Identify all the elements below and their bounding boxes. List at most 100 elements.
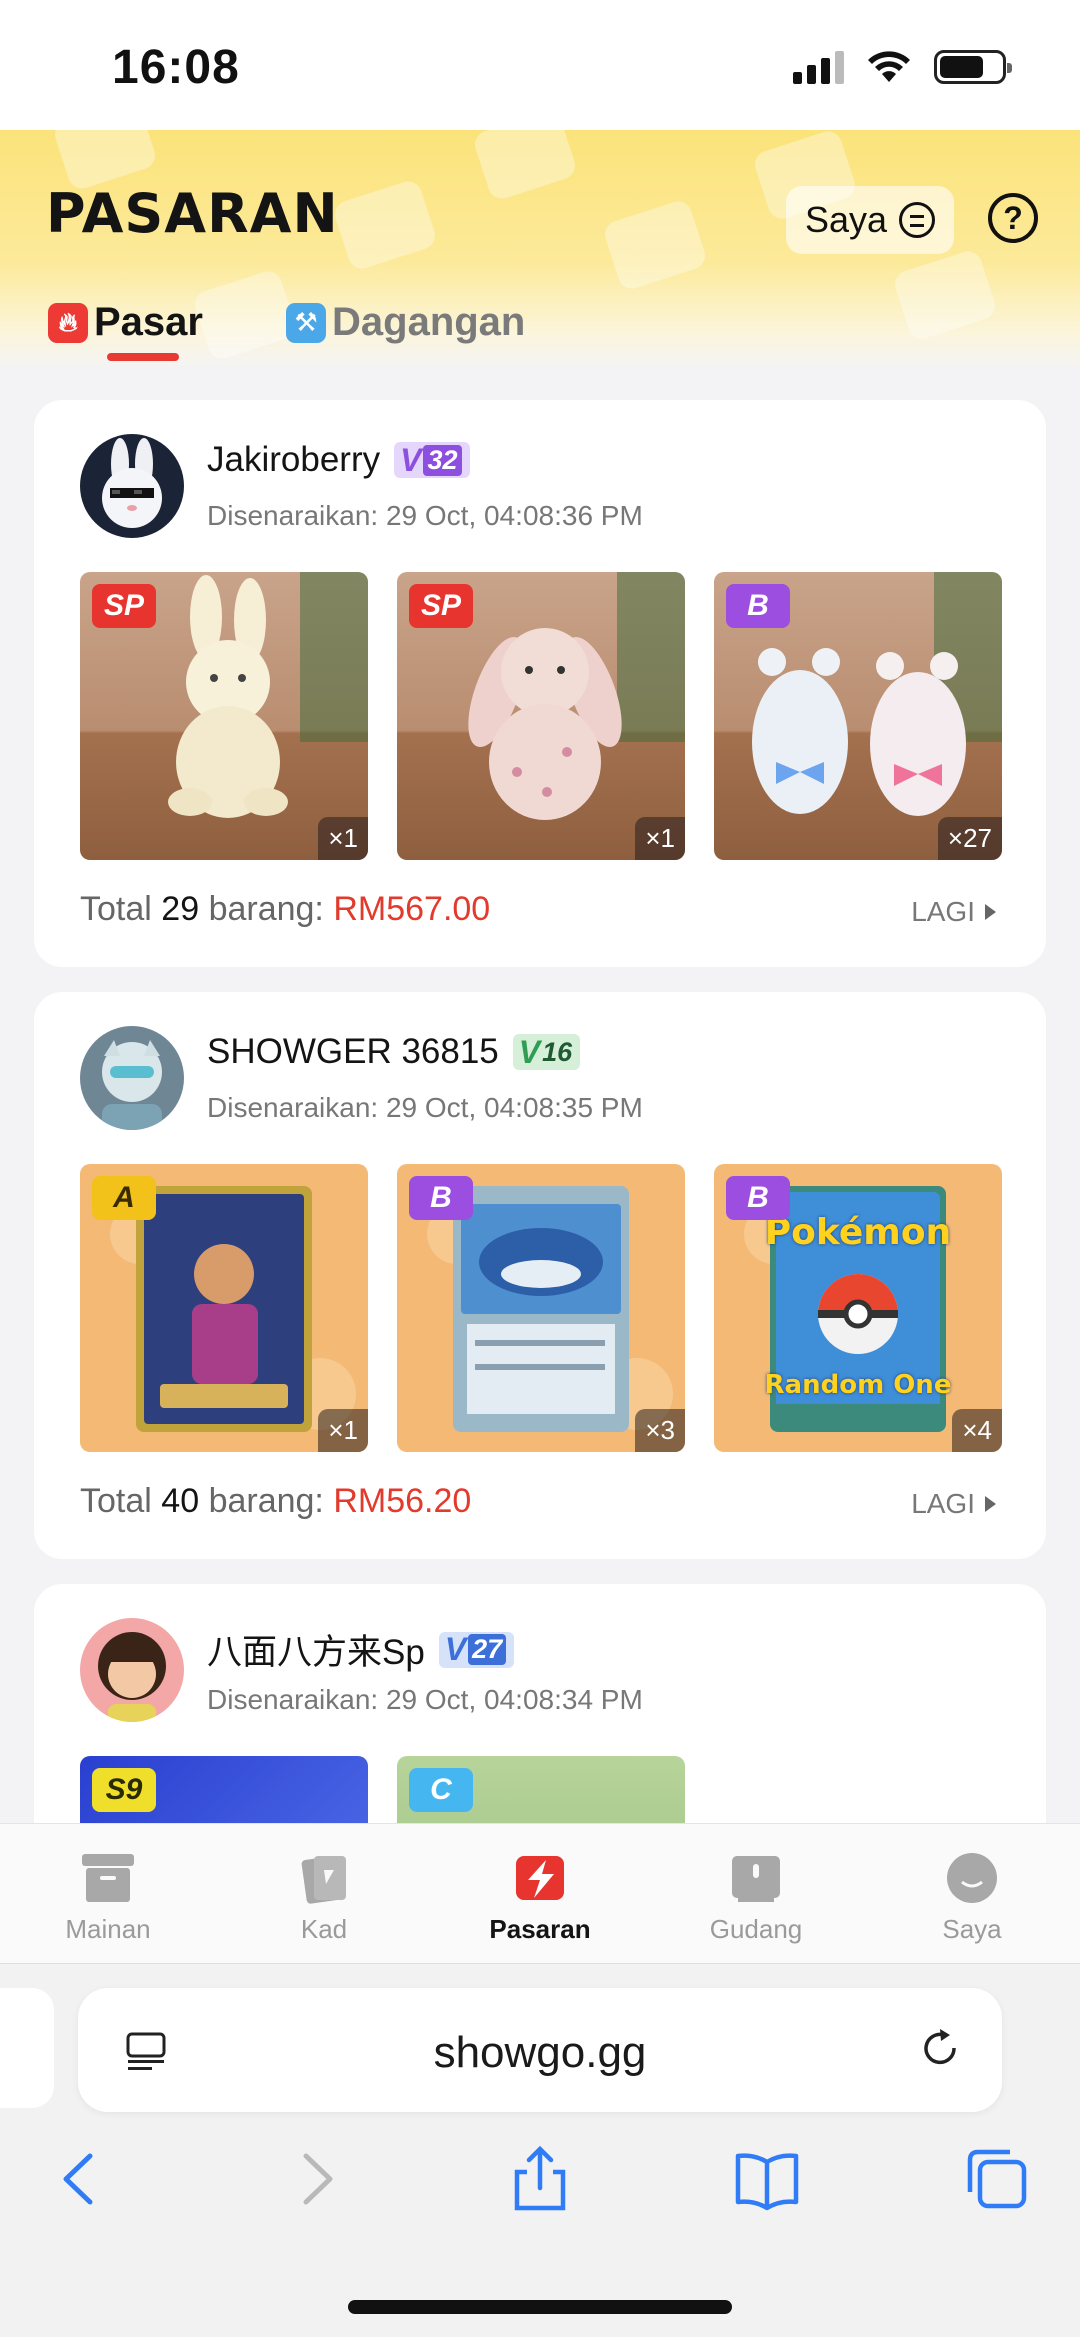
status-icons — [793, 50, 1012, 84]
bottom-nav: Mainan Kad Pasaran Gudang Saya — [0, 1823, 1080, 1963]
item-thumbnail[interactable]: SP ×1 — [397, 572, 685, 860]
more-label: LAGI — [911, 1488, 975, 1519]
my-listings-button[interactable]: Saya — [786, 186, 954, 254]
status-bar: 16:08 — [0, 0, 1080, 130]
page-title: PASARAN — [46, 182, 339, 245]
listing-card[interactable]: Jakiroberry V 32 Disenaraikan: 29 Oct, 0… — [34, 400, 1046, 967]
item-thumbnail[interactable]: B ×27 — [714, 572, 1002, 860]
item-row: SP ×1 SP ×1 B ×27 — [80, 572, 1002, 860]
address-bar[interactable]: showgo.gg — [78, 1988, 1002, 2112]
caret-right-icon — [985, 904, 996, 920]
nav-mainan[interactable]: Mainan — [0, 1824, 216, 1963]
cellular-signal-icon — [793, 50, 844, 84]
back-icon[interactable] — [46, 2144, 116, 2214]
avatar[interactable] — [80, 434, 184, 538]
previous-tab-preview[interactable] — [0, 1988, 54, 2108]
reload-icon[interactable] — [918, 2026, 964, 2072]
item-quantity: ×27 — [937, 817, 1002, 860]
item-quantity: ×3 — [635, 1409, 685, 1452]
vip-icon: V — [444, 1631, 467, 1667]
more-label: LAGI — [911, 896, 975, 927]
seller-name[interactable]: Jakiroberry — [207, 440, 380, 480]
tab-dagangan-label: Dagangan — [332, 300, 526, 344]
listing-card[interactable]: SHOWGER 36815 V 16 Disenaraikan: 29 Oct,… — [34, 992, 1046, 1559]
box-icon — [82, 1854, 134, 1902]
avatar[interactable] — [80, 1618, 184, 1722]
total-mid: barang: — [208, 890, 324, 928]
nav-kad[interactable]: Kad — [216, 1824, 432, 1963]
listing-total: Total 40 barang: RM56.20 — [80, 1482, 471, 1521]
item-row: A ×1 B ×3 Pokémon Random One B ×4 — [80, 1164, 1002, 1452]
warehouse-icon — [732, 1856, 780, 1902]
item-quantity: ×1 — [318, 817, 368, 860]
total-prefix: Total — [80, 890, 152, 928]
active-tab-indicator — [107, 353, 179, 361]
item-thumbnail[interactable]: A ×1 — [80, 1164, 368, 1452]
rarity-badge: SP — [409, 584, 473, 628]
vip-level: 27 — [468, 1634, 507, 1665]
card-subtitle-text: Random One — [764, 1370, 952, 1400]
item-thumbnail[interactable]: B ×3 — [397, 1164, 685, 1452]
tab-pasar[interactable]: 🔥︎ Pasar — [48, 300, 203, 345]
vip-icon: V — [518, 1033, 541, 1070]
market-bolt-icon — [516, 1856, 564, 1900]
auction-hammer-icon: ⚒︎ — [286, 302, 326, 343]
listing-total: Total 29 barang: RM567.00 — [80, 890, 490, 929]
vip-icon: V — [400, 441, 422, 478]
home-indicator — [348, 2300, 732, 2314]
more-link[interactable]: LAGI — [911, 1488, 996, 1520]
total-price: RM56.20 — [333, 1482, 472, 1520]
item-quantity: ×1 — [635, 817, 685, 860]
share-icon[interactable] — [505, 2144, 575, 2214]
nav-label: Pasaran — [489, 1914, 591, 1944]
vip-level: 32 — [423, 444, 462, 476]
vip-badge: V 16 — [512, 1033, 581, 1070]
rarity-badge: S9 — [92, 1768, 156, 1812]
listed-time: Disenaraikan: 29 Oct, 04:08:35 PM — [207, 1092, 643, 1123]
nav-saya[interactable]: Saya — [864, 1824, 1080, 1963]
caret-right-icon — [985, 1496, 996, 1512]
cards-icon — [301, 1856, 346, 1904]
fire-icon: 🔥︎ — [48, 302, 88, 343]
rarity-badge: B — [726, 584, 790, 628]
nav-pasaran[interactable]: Pasaran — [432, 1824, 648, 1963]
total-price: RM567.00 — [333, 890, 491, 928]
vip-badge: V 32 — [394, 441, 470, 478]
tabs-icon[interactable] — [962, 2144, 1032, 2214]
nav-label: Mainan — [65, 1914, 151, 1944]
vip-badge: V 27 — [438, 1631, 515, 1668]
rarity-badge: B — [726, 1176, 790, 1220]
my-listings-label: Saya — [804, 199, 888, 240]
seller-name[interactable]: SHOWGER 36815 — [207, 1032, 499, 1072]
coin-icon — [899, 202, 936, 238]
more-link[interactable]: LAGI — [911, 896, 996, 928]
url-text[interactable]: showgo.gg — [78, 2028, 1002, 2078]
nav-gudang[interactable]: Gudang — [648, 1824, 864, 1963]
rarity-badge: SP — [92, 584, 156, 628]
status-time: 16:08 — [112, 41, 240, 94]
battery-icon — [934, 50, 1012, 84]
nav-label: Saya — [942, 1914, 1002, 1944]
total-mid: barang: — [208, 1482, 324, 1520]
seller-name[interactable]: 八面八方来Sp — [207, 1624, 425, 1675]
forward-icon[interactable] — [280, 2144, 350, 2214]
total-count: 29 — [161, 890, 200, 928]
total-prefix: Total — [80, 1482, 152, 1520]
rarity-badge: A — [92, 1176, 156, 1220]
total-count: 40 — [161, 1482, 200, 1520]
wifi-icon — [868, 51, 910, 82]
bookmarks-icon[interactable] — [732, 2144, 802, 2214]
avatar[interactable] — [80, 1026, 184, 1130]
nav-label: Kad — [300, 1914, 348, 1944]
item-thumbnail[interactable]: Pokémon Random One B ×4 — [714, 1164, 1002, 1452]
help-icon[interactable]: ? — [988, 193, 1038, 243]
browser-toolbar: showgo.gg — [0, 1963, 1080, 2337]
rarity-badge: B — [409, 1176, 473, 1220]
item-thumbnail[interactable]: SP ×1 — [80, 572, 368, 860]
profile-icon — [947, 1853, 997, 1903]
nav-label: Gudang — [709, 1914, 803, 1944]
listed-time: Disenaraikan: 29 Oct, 04:08:36 PM — [207, 500, 643, 531]
market-header: PASARAN Saya ? 🔥︎ Pasar ⚒︎ Dagangan — [0, 130, 1080, 370]
item-quantity: ×1 — [318, 1409, 368, 1452]
tab-dagangan[interactable]: ⚒︎ Dagangan — [286, 300, 525, 345]
